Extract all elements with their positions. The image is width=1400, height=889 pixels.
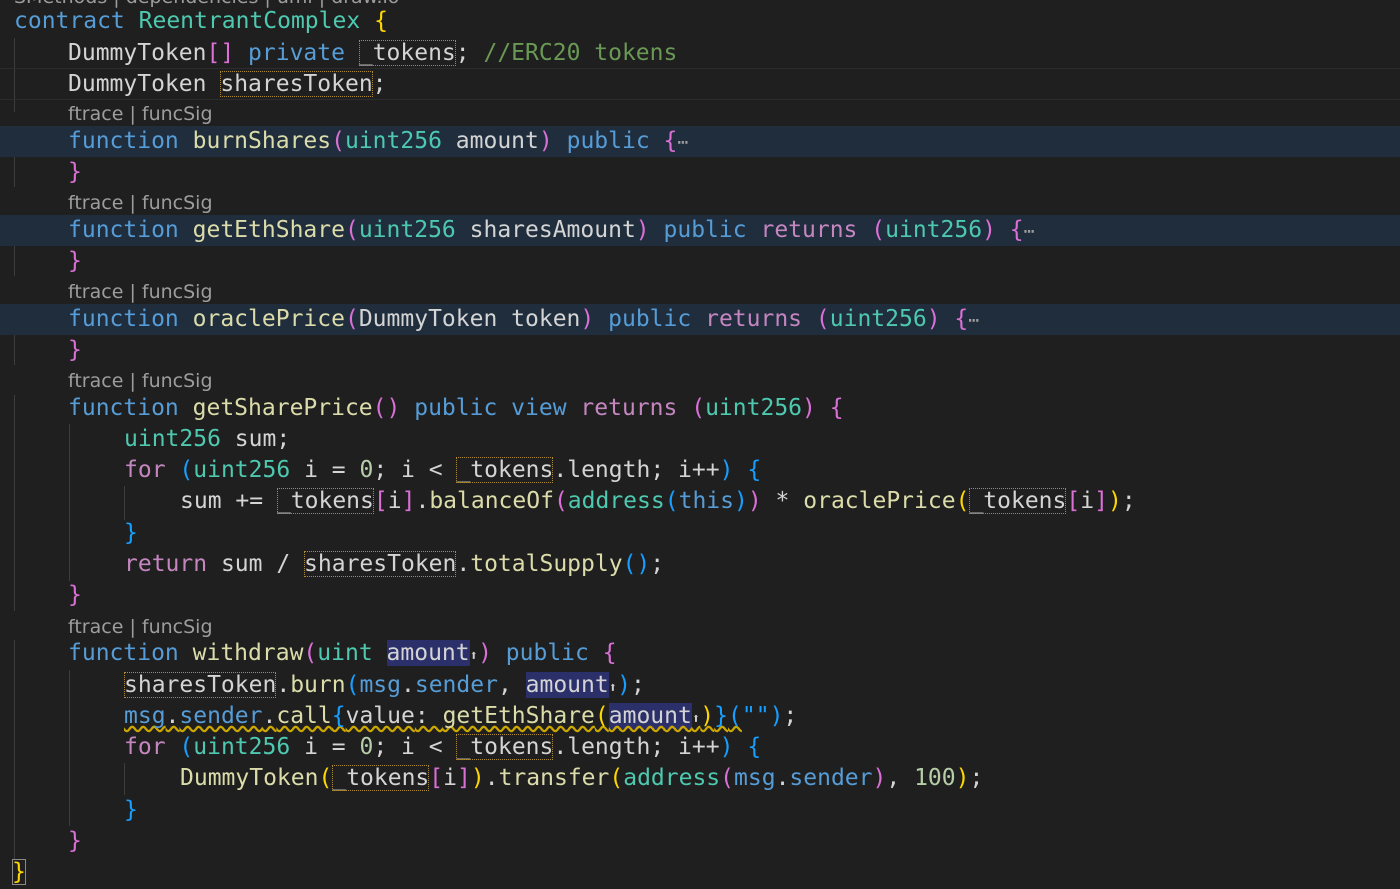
codelens-withdraw[interactable]: ftrace | funcSig — [68, 614, 668, 640]
code-line-close-brace[interactable]: } — [0, 335, 1400, 366]
folded-ellipsis-icon[interactable]: ⋯ — [677, 132, 688, 153]
warning-squiggle[interactable]: msg.sender.call{value: getEthShare(amoun… — [124, 703, 742, 729]
code-line-tokens-decl[interactable]: DummyToken[] private _tokens; //ERC20 to… — [0, 38, 1400, 69]
code-line-getshareprice[interactable]: function getSharePrice() public view ret… — [0, 393, 1400, 424]
code-line-close-brace[interactable]: } — [0, 246, 1400, 277]
codelens-funcsig-link[interactable]: funcSig — [142, 281, 213, 303]
param-arrow-icon: ⬆ — [608, 680, 618, 696]
code-line-for-loop[interactable]: for (uint256 i = 0; i < _tokens.length; … — [0, 455, 1400, 486]
codelens-ftrace-link[interactable]: ftrace — [68, 370, 123, 392]
code-line-call[interactable]: msg.sender.call{value: getEthShare(amoun… — [0, 701, 1400, 732]
code-line-transfer[interactable]: DummyToken(_tokens[i]).transfer(address(… — [0, 763, 1400, 794]
code-line-withdraw[interactable]: function withdraw(uint amount⬆) public { — [0, 638, 1400, 669]
code-line-sharestoken-decl[interactable]: DummyToken sharesToken; — [0, 69, 1400, 100]
code-line-burn[interactable]: sharesToken.burn(msg.sender, amount⬆); — [0, 670, 1400, 701]
code-editor[interactable]: SMethods | dependencies | uml | draw.io … — [0, 0, 1400, 889]
codelens-funcsig-link[interactable]: funcSig — [142, 616, 213, 638]
code-line-for-loop-2[interactable]: for (uint256 i = 0; i < _tokens.length; … — [0, 732, 1400, 763]
code-line-close-brace[interactable]: } — [0, 580, 1400, 611]
code-line-contract[interactable]: contract ReentrantComplex { — [0, 6, 1400, 37]
code-line-sum-decl[interactable]: uint256 sum; — [0, 424, 1400, 455]
codelens-funcsig-link[interactable]: funcSig — [142, 103, 213, 125]
codelens-funcsig-link[interactable]: funcSig — [142, 370, 213, 392]
codelens-ftrace-link[interactable]: ftrace — [68, 616, 123, 638]
code-line-close-brace[interactable]: } — [0, 518, 1400, 549]
code-line-close-brace[interactable]: } — [0, 826, 1400, 857]
code-line-contract-close[interactable]: } — [0, 857, 1400, 888]
code-line-burnshares[interactable]: function burnShares(uint256 amount) publ… — [0, 126, 1400, 157]
codelens-burnshares[interactable]: ftrace | funcSig — [68, 101, 668, 127]
codelens-oracleprice[interactable]: ftrace | funcSig — [68, 279, 668, 305]
codelens-getshareprice[interactable]: ftrace | funcSig — [68, 368, 668, 394]
codelens-funcsig-link[interactable]: funcSig — [142, 192, 213, 214]
code-line-return[interactable]: return sum / sharesToken.totalSupply(); — [0, 549, 1400, 580]
code-line-close-brace[interactable]: } — [0, 795, 1400, 826]
param-arrow-icon: ⬆ — [469, 648, 479, 664]
code-line-close-brace[interactable]: } — [0, 157, 1400, 188]
folded-ellipsis-icon[interactable]: ⋯ — [968, 310, 979, 331]
codelens-ftrace-link[interactable]: ftrace — [68, 281, 123, 303]
code-line-getethshare[interactable]: function getEthShare(uint256 sharesAmoun… — [0, 215, 1400, 246]
codelens-getethshare[interactable]: ftrace | funcSig — [68, 190, 668, 216]
code-line-sum-accumulate[interactable]: sum += _tokens[i].balanceOf(address(this… — [0, 486, 1400, 517]
codelens-ftrace-link[interactable]: ftrace — [68, 192, 123, 214]
folded-ellipsis-icon[interactable]: ⋯ — [1024, 221, 1035, 242]
codelens-ftrace-link[interactable]: ftrace — [68, 103, 123, 125]
code-line-oracleprice[interactable]: function oraclePrice(DummyToken token) p… — [0, 304, 1400, 335]
